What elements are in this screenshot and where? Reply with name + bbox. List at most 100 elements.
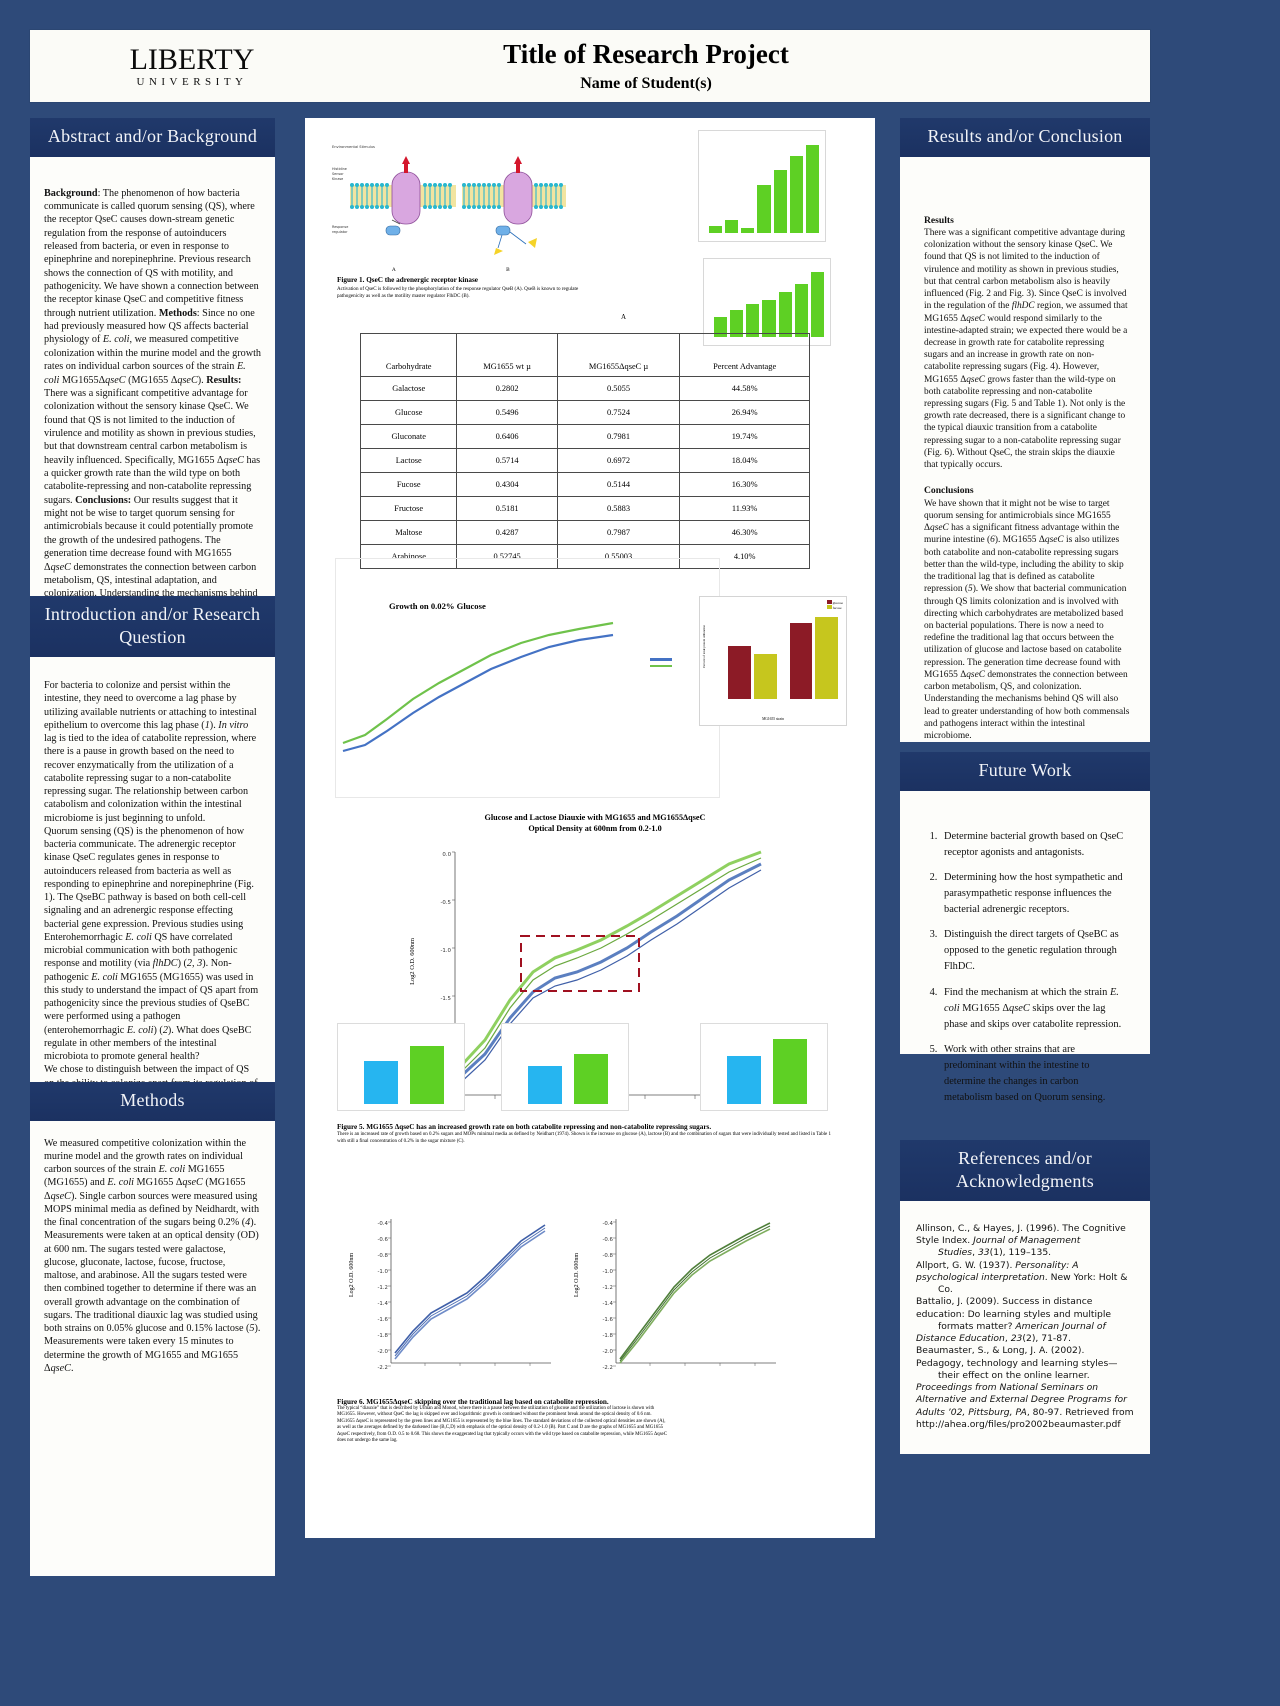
bar-dqsec — [574, 1054, 608, 1104]
figure-5-caption-title: Figure 5. MG1655 ΔqseC has an increased … — [337, 1123, 712, 1131]
future-work-item: Distinguish the direct targets of QseBC … — [940, 927, 1124, 975]
table-cell: 0.5144 — [556, 472, 681, 497]
svg-text:Histidine: Histidine — [332, 167, 347, 171]
reference-entry: formats matter? American Journal of Dist… — [916, 1320, 1106, 1345]
future-work-item: Determining how the host sympathetic and… — [940, 870, 1124, 918]
section-references-body: Allinson, C., & Hayes, J. (1996). The Co… — [900, 1201, 1150, 1454]
results-paragraph: There was a significant competitive adva… — [924, 227, 1128, 471]
table-cell: 18.04% — [679, 448, 810, 473]
legend-swatch-dqsec — [650, 664, 672, 667]
poster-header: LIBERTY UNIVERSITY Title of Research Pro… — [30, 30, 1150, 102]
figure-3-bars — [714, 269, 824, 337]
author-names: Name of Student(s) — [580, 74, 712, 92]
svg-text:Kinase: Kinase — [332, 177, 343, 181]
section-references: References and/or Acknowledgments Allins… — [900, 1140, 1150, 1454]
section-future-work-heading: Future Work — [900, 752, 1150, 791]
svg-text:-1.8: -1.8 — [377, 1333, 388, 1339]
svg-text:-2.2: -2.2 — [602, 1365, 613, 1371]
table-row: Gluconate 0.6406 0.7981 19.74% — [359, 424, 810, 449]
figure-6a-ylabel: Log2 O.D. 600nm — [349, 1253, 355, 1297]
svg-text:-2.0: -2.0 — [602, 1349, 613, 1355]
results-subheading: Results — [924, 214, 954, 226]
table-row: Fucose 0.4304 0.5144 16.30% — [359, 472, 810, 497]
series-mg1655 — [342, 633, 614, 753]
figure-5-caption: Figure 5. MG1655 ΔqseC has an increased … — [337, 1123, 837, 1145]
table-cell: 0.5181 — [456, 496, 558, 521]
figure-4-xlabel: MG1655 strain — [762, 717, 784, 721]
table-cell: 44.58% — [679, 376, 810, 401]
svg-text:-1.2: -1.2 — [602, 1285, 613, 1291]
bar-dqsec — [773, 1039, 807, 1104]
header-titles: Title of Research Project Name of Studen… — [292, 39, 1000, 92]
chart-bar — [805, 144, 819, 233]
bar-dqsec — [410, 1046, 444, 1104]
section-introduction: Introduction and/or Research Question Fo… — [30, 596, 275, 1155]
svg-text:-0.8: -0.8 — [602, 1253, 613, 1259]
table-cell: 11.93% — [679, 496, 810, 521]
svg-text:-1.2: -1.2 — [377, 1285, 388, 1291]
section-future-work: Future Work Determine bacterial growth b… — [900, 752, 1150, 1103]
table-cell: 46.30% — [679, 520, 810, 545]
svg-text:-1.6: -1.6 — [602, 1317, 613, 1323]
results-text-wrap: Results There was a significant competit… — [914, 171, 1136, 743]
future-work-list: Determine bacterial growth based on QseC… — [914, 805, 1136, 1107]
svg-text:Sensor: Sensor — [332, 172, 344, 176]
svg-text:-0.6: -0.6 — [602, 1237, 613, 1243]
figure-4-legend-item-fucose: fucose — [826, 605, 843, 610]
table-1-column-header: Carbohydrate — [359, 333, 458, 377]
chart-bar — [709, 225, 723, 233]
figure-6a-plot: Log2 O.D. 600nm -0.4 -0.6 -0.8 -1.0 -1.2 -1.… — [349, 1213, 555, 1388]
section-future-work-body: Determine bacterial growth based on QseC… — [900, 790, 1150, 1103]
svg-text:-2.2: -2.2 — [377, 1365, 388, 1371]
figure-5-ylabel: Log2 O.D. 600nm — [409, 938, 416, 985]
svg-text:A: A — [391, 267, 396, 273]
chart-bar — [773, 170, 787, 233]
table-row: Galactose 0.2802 0.5055 44.58% — [359, 376, 810, 401]
table-cell: 0.5714 — [456, 448, 558, 473]
table-cell: 0.6406 — [456, 424, 558, 449]
svg-text:0.0: 0.0 — [442, 852, 451, 858]
svg-text:-1.8: -1.8 — [602, 1333, 613, 1339]
figure-5-caption-detail: There is an increased rate of growth bas… — [337, 1132, 832, 1144]
chart-bar — [810, 271, 824, 337]
reference-entry: Allport, G. W. (1937). Personality: A ps… — [916, 1259, 1128, 1283]
chart-bar — [789, 623, 813, 699]
svg-text:-2.0: -2.0 — [377, 1349, 388, 1355]
table-1-header-row: Carbohydrate MG1655 wt µ MG1655ΔqseC µ Perc… — [359, 333, 810, 377]
figure-4-legend: glucose fucose — [826, 600, 843, 610]
figure-5c-bar-chart — [700, 1023, 828, 1111]
liberty-university-logo: LIBERTY UNIVERSITY — [92, 42, 292, 88]
bar-mg1655 — [727, 1056, 761, 1104]
figure-4-bar-chart: glucose fucose Percent of total protein … — [699, 596, 847, 726]
chart-bar — [725, 220, 739, 233]
table-cell: 16.30% — [679, 472, 810, 497]
future-work-item: Work with other strains that are predomi… — [940, 1042, 1124, 1107]
table-1-column-header: Percent Advantage — [679, 333, 810, 377]
figure-5a-bar-chart — [337, 1023, 465, 1111]
figure-6b-ylabel: Log2 O.D. 600nm — [574, 1253, 580, 1297]
figure-4-bars — [728, 613, 838, 699]
conclusions-paragraph: We have shown that it might not be wise … — [924, 498, 1130, 741]
svg-text:-1.4: -1.4 — [377, 1301, 388, 1307]
section-abstract-heading: Abstract and/or Background — [30, 118, 275, 157]
section-methods-heading: Methods — [30, 1082, 275, 1121]
svg-text:-1.6: -1.6 — [377, 1317, 388, 1323]
bar-mg1655 — [528, 1066, 562, 1104]
table-cell: Gluconate — [359, 424, 458, 449]
chart-bar — [789, 155, 803, 233]
page-title: Title of Research Project — [503, 39, 789, 70]
references-list: Allinson, C., & Hayes, J. (1996). The Co… — [914, 1215, 1136, 1431]
svg-text:Environmental Stimulus: Environmental Stimulus — [332, 145, 375, 149]
logo-wordmark: LIBERTY — [129, 42, 255, 76]
table-cell: Glucose — [359, 400, 458, 425]
table-1-column-header: MG1655 wt µ — [456, 333, 558, 377]
section-abstract-body: Background: The phenomenon of how bacter… — [30, 156, 275, 639]
future-work-item: Determine bacterial growth based on QseC… — [940, 829, 1124, 861]
table-row: Glucose 0.5496 0.7524 26.94% — [359, 400, 810, 425]
reference-entry: Co. — [938, 1284, 953, 1296]
table-row: Maltose 0.4287 0.7987 46.30% — [359, 520, 810, 545]
table-1-growth-rates: Carbohydrate MG1655 wt µ MG1655ΔqseC µ Perc… — [359, 333, 810, 569]
future-work-item: Find the mechanism at which the strain E… — [940, 985, 1124, 1033]
growth-glucose-lines — [335, 613, 625, 763]
reference-entry: Studies, 33(1), 119–135. — [938, 1247, 1052, 1259]
